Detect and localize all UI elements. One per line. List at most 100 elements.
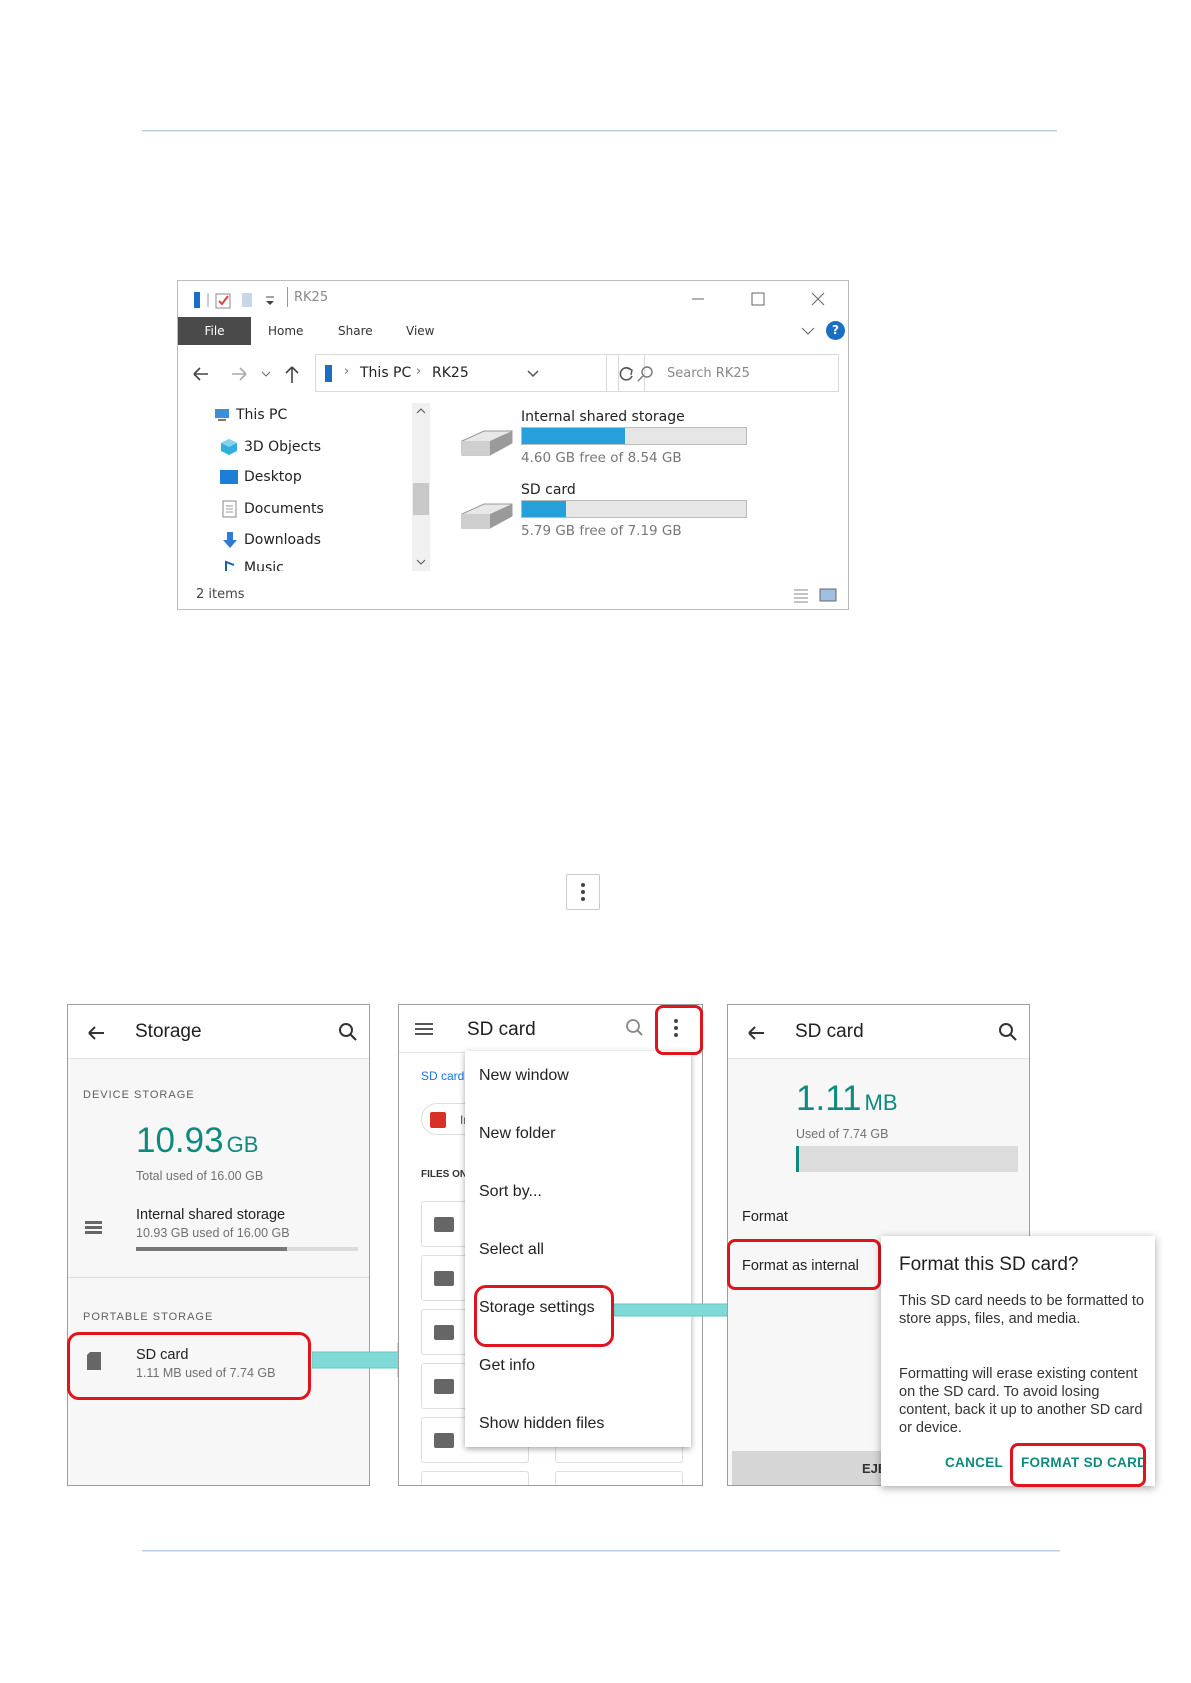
breadcrumb-sd-card[interactable]: SD card — [421, 1069, 464, 1083]
folder-card[interactable] — [555, 1471, 683, 1485]
folder-card[interactable] — [421, 1471, 529, 1485]
view-toggle-icons[interactable] — [792, 587, 838, 603]
highlight-format-as-internal — [727, 1239, 881, 1290]
tab-home[interactable]: Home — [268, 317, 303, 345]
nav-buttons[interactable] — [192, 365, 304, 383]
menu-item-get-info[interactable]: Get info — [479, 1357, 535, 1375]
back-arrow-icon[interactable] — [86, 1023, 106, 1043]
sd-used: 1.11 MB — [796, 1079, 898, 1119]
folder-icon — [434, 1217, 454, 1232]
folder-icon — [434, 1433, 454, 1448]
tree-item-3d-objects[interactable]: 3D Objects — [220, 438, 321, 456]
cube-icon — [221, 439, 237, 455]
internal-storage-sub: 10.93 GB used of 16.00 GB — [136, 1226, 290, 1240]
search-icon[interactable] — [338, 1022, 358, 1042]
app-bar: Storage — [68, 1005, 369, 1059]
dialog-title: Format this SD card? — [899, 1254, 1079, 1275]
tree-label: Documents — [244, 501, 324, 517]
sd-used-caption: Used of 7.74 GB — [796, 1127, 889, 1141]
desktop-icon — [220, 470, 238, 484]
quick-access-icons[interactable] — [192, 291, 282, 309]
drive-usage-bar — [521, 427, 747, 445]
menu-item-sort-by[interactable]: Sort by... — [479, 1183, 542, 1201]
drive-name: SD card — [521, 482, 576, 498]
header-rule — [142, 130, 1057, 132]
window-title: RK25 — [294, 290, 329, 305]
drive-icon — [461, 503, 513, 529]
internal-usage-bar — [136, 1247, 358, 1251]
section-portable-storage: PORTABLE STORAGE — [83, 1311, 214, 1323]
chevron-down-icon[interactable] — [800, 325, 816, 337]
back-arrow-icon[interactable] — [746, 1023, 766, 1043]
tree-label: Desktop — [244, 469, 302, 485]
files-section-label: FILES ON — [421, 1169, 468, 1180]
search-icon[interactable] — [625, 1018, 645, 1038]
window-controls — [692, 292, 825, 306]
tree-label: Music — [244, 560, 284, 571]
highlight-sd-card — [67, 1332, 311, 1400]
files-screen: SD card SD card In FILES ON A A I I I Ne… — [398, 1004, 703, 1486]
page-title: Storage — [135, 1021, 202, 1042]
highlight-storage-settings — [474, 1285, 614, 1347]
divider — [68, 1277, 369, 1278]
drive-free-text: 4.60 GB free of 8.54 GB — [521, 450, 682, 466]
ribbon-tabs: File Home Share View ? — [178, 317, 848, 345]
search-box[interactable]: Search RK25 — [618, 354, 839, 392]
tab-share[interactable]: Share — [338, 317, 373, 345]
drive-usage-bar — [521, 500, 747, 518]
menu-item-new-window[interactable]: New window — [479, 1067, 569, 1085]
tree-item-desktop[interactable]: Desktop — [220, 469, 302, 485]
chevron-down-icon[interactable] — [526, 369, 540, 379]
tree-item-documents[interactable]: Documents — [222, 500, 324, 518]
menu-item-new-folder[interactable]: New folder — [479, 1125, 555, 1143]
menu-item-select-all[interactable]: Select all — [479, 1241, 544, 1259]
tab-view[interactable]: View — [406, 317, 434, 345]
menu-icon[interactable] — [415, 1021, 435, 1037]
internal-storage-title: Internal shared storage — [136, 1207, 286, 1223]
tree-label: This PC — [236, 407, 288, 423]
drive-sd-card[interactable]: SD card 5.79 GB free of 7.19 GB — [460, 476, 760, 540]
computer-icon — [215, 409, 229, 421]
drive-name: Internal shared storage — [521, 409, 685, 425]
tab-file[interactable]: File — [178, 317, 251, 345]
tree-scrollbar[interactable] — [412, 403, 430, 571]
section-device-storage: DEVICE STORAGE — [83, 1089, 195, 1101]
address-bar[interactable]: › This PC › RK25 — [315, 354, 607, 392]
search-icon — [637, 366, 653, 382]
dialog-body-2: Formatting will erase existing content o… — [899, 1366, 1143, 1436]
total-used-caption: Total used of 16.00 GB — [136, 1169, 264, 1183]
sd-usage-bar — [796, 1146, 1018, 1172]
scroll-up-icon[interactable] — [416, 407, 426, 415]
format-label: Format — [742, 1209, 788, 1225]
more-options-icon — [566, 874, 600, 910]
drive-internal-storage[interactable]: Internal shared storage 4.60 GB free of … — [460, 403, 760, 467]
drive-icon — [461, 430, 513, 456]
image-icon — [430, 1112, 446, 1128]
tree-item-this-pc[interactable]: This PC — [214, 407, 287, 423]
scroll-down-icon[interactable] — [416, 558, 426, 566]
search-icon[interactable] — [998, 1022, 1018, 1042]
used-number: 10.93 — [136, 1121, 224, 1160]
footer-rule — [142, 1550, 1060, 1552]
download-arrow-icon — [223, 532, 237, 548]
overflow-menu: New window New folder Sort by... Select … — [465, 1051, 691, 1447]
used-number: 1.11 — [796, 1079, 862, 1118]
used-unit: MB — [864, 1090, 898, 1115]
breadcrumb-rk25[interactable]: RK25 — [432, 365, 469, 381]
document-icon — [222, 500, 237, 518]
folder-icon — [434, 1325, 454, 1340]
drive-free-text: 5.79 GB free of 7.19 GB — [521, 523, 682, 539]
breadcrumb-this-pc[interactable]: This PC — [360, 365, 411, 381]
scroll-thumb[interactable] — [413, 483, 429, 515]
internal-storage-row[interactable]: Internal shared storage 10.93 GB used of… — [68, 1195, 369, 1261]
page-title: SD card — [795, 1021, 864, 1042]
drive-usage-fill — [522, 501, 566, 517]
tree-item-downloads[interactable]: Downloads — [222, 531, 321, 549]
internal-usage-fill — [136, 1247, 287, 1251]
cancel-button[interactable]: CANCEL — [945, 1455, 1003, 1470]
help-icon[interactable]: ? — [826, 321, 845, 340]
tree-item-music-clipped[interactable]: Music — [222, 559, 284, 571]
menu-item-show-hidden-files[interactable]: Show hidden files — [479, 1415, 604, 1433]
device-icon — [325, 365, 332, 382]
page-title: SD card — [467, 1019, 536, 1040]
